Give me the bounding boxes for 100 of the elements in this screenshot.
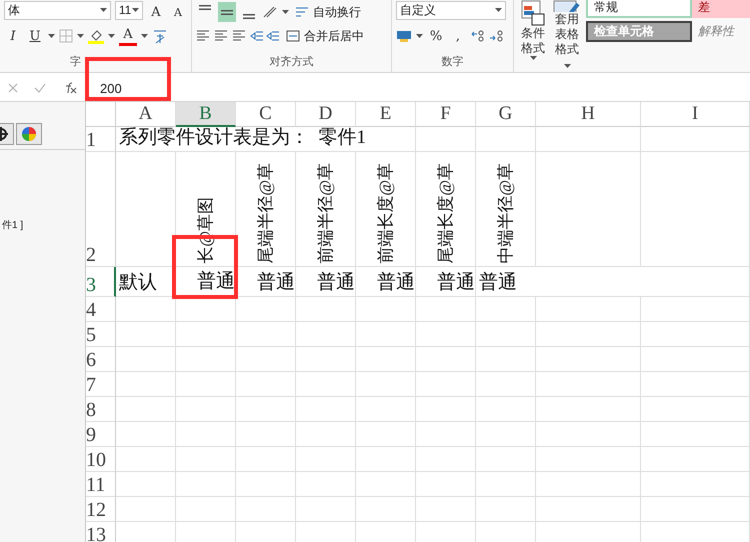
row-header[interactable]: 4 [86, 297, 116, 322]
wrap-text-button[interactable]: 自动换行 [293, 2, 363, 22]
column-header[interactable]: B [176, 102, 236, 127]
table-cell [476, 447, 536, 472]
table-cell [116, 447, 176, 472]
table-cell [116, 422, 176, 447]
caret-icon [108, 34, 115, 38]
caret-icon [282, 10, 289, 14]
cell-style-item[interactable]: 常规 [586, 0, 692, 18]
table-cell [236, 472, 296, 497]
table-cell [476, 472, 536, 497]
table-cell [296, 372, 356, 397]
cell-text: 普通 [478, 271, 517, 296]
indent-icon[interactable] [250, 30, 280, 42]
column-header[interactable]: F [416, 102, 476, 127]
table-cell [176, 347, 236, 372]
cell-text: 默认 [118, 271, 157, 296]
row-header[interactable]: 12 [86, 497, 116, 522]
font-size-field[interactable]: 11 [114, 0, 143, 20]
selected-cell[interactable]: 普通 [176, 267, 236, 297]
font-color-button[interactable]: A [119, 26, 137, 46]
table-cell [356, 322, 416, 347]
font-name-field[interactable]: 体 [4, 0, 111, 20]
align-icon[interactable] [232, 30, 246, 42]
row-header[interactable]: 11 [86, 472, 116, 497]
table-cell [416, 372, 476, 397]
align-icon [221, 10, 233, 14]
merge-center-button[interactable]: 合并后居中 [284, 26, 366, 46]
row-header[interactable]: 3 [86, 267, 116, 297]
cell-text: 普通 [437, 271, 475, 296]
table-cell [176, 372, 236, 397]
table-cell [116, 347, 176, 372]
cell-text: 普通 [317, 271, 355, 296]
row-header[interactable]: 7 [86, 372, 116, 397]
column-header[interactable]: I [641, 102, 750, 127]
table-format-button[interactable]: 套用 表格格式 [550, 0, 584, 72]
row-header[interactable]: 6 [86, 347, 116, 372]
phonetic-icon[interactable] [152, 28, 168, 44]
decimal-icon[interactable] [471, 29, 505, 43]
cell-text: 尾端长度@草 [435, 163, 456, 264]
italic-button[interactable]: I [4, 26, 22, 46]
cell-style-item[interactable]: 差 [692, 0, 750, 18]
table-cell [296, 497, 356, 522]
column-header[interactable]: E [356, 102, 416, 127]
table-cell [416, 472, 476, 497]
table-cell [416, 322, 476, 347]
check-icon[interactable] [34, 83, 46, 93]
table-cell [356, 472, 416, 497]
row-header[interactable]: 1 [86, 127, 116, 152]
vertical-align-button[interactable] [218, 2, 236, 22]
table-cell [476, 372, 536, 397]
row-header[interactable]: 2 [86, 152, 116, 267]
pie-chart-icon [21, 126, 37, 142]
table-cell [236, 322, 296, 347]
table-cell [116, 472, 176, 497]
table-cell [116, 397, 176, 422]
table-cell [176, 397, 236, 422]
caret-icon [100, 8, 107, 12]
table-cell [476, 422, 536, 447]
currency-icon[interactable] [396, 29, 412, 43]
cell-style-item[interactable]: 解释性 [692, 21, 750, 42]
merge-icon [286, 30, 300, 42]
table-cell [356, 422, 416, 447]
cell-text: 前端半径@草 [315, 163, 336, 264]
table-cell [236, 422, 296, 447]
formula-input-field[interactable]: 200 [86, 75, 750, 101]
table-cell [176, 422, 236, 447]
column-header[interactable]: H [536, 102, 641, 127]
underline-button[interactable]: U [26, 26, 44, 46]
align-icon[interactable] [196, 30, 210, 42]
number-format-field[interactable]: 自定义 [396, 0, 506, 20]
cell-text: 普通 [257, 271, 295, 296]
row-header[interactable]: 13 [86, 522, 116, 542]
conditional-format-button[interactable]: 条件格式 [518, 0, 548, 72]
table-cell [116, 322, 176, 347]
row-header[interactable]: 8 [86, 397, 116, 422]
table-cell [236, 397, 296, 422]
table-cell [236, 372, 296, 397]
column-header[interactable]: D [296, 102, 356, 127]
grow-font-button[interactable]: A [147, 2, 165, 22]
column-header[interactable]: A [116, 102, 176, 127]
align-icon [199, 5, 211, 10]
caret-icon [141, 34, 148, 38]
shrink-font-button[interactable]: A [169, 2, 187, 22]
orientation-icon[interactable] [262, 5, 278, 19]
table-cell [356, 347, 416, 372]
table-cell [236, 347, 296, 372]
cell-text: 系列零件设计表是为： 零件1 [118, 126, 366, 150]
row-header[interactable]: 9 [86, 422, 116, 447]
column-header[interactable]: G [476, 102, 536, 127]
column-header[interactable]: C [236, 102, 296, 127]
align-icon[interactable] [214, 30, 228, 42]
table-cell [416, 422, 476, 447]
comma-button[interactable]: , [449, 26, 467, 46]
percent-button[interactable]: % [427, 26, 445, 46]
tree-item[interactable]: 件1 ] [0, 218, 85, 232]
fill-color-icon[interactable] [88, 28, 104, 44]
row-header[interactable]: 5 [86, 322, 116, 347]
row-header[interactable]: 10 [86, 447, 116, 472]
table-cell [236, 497, 296, 522]
